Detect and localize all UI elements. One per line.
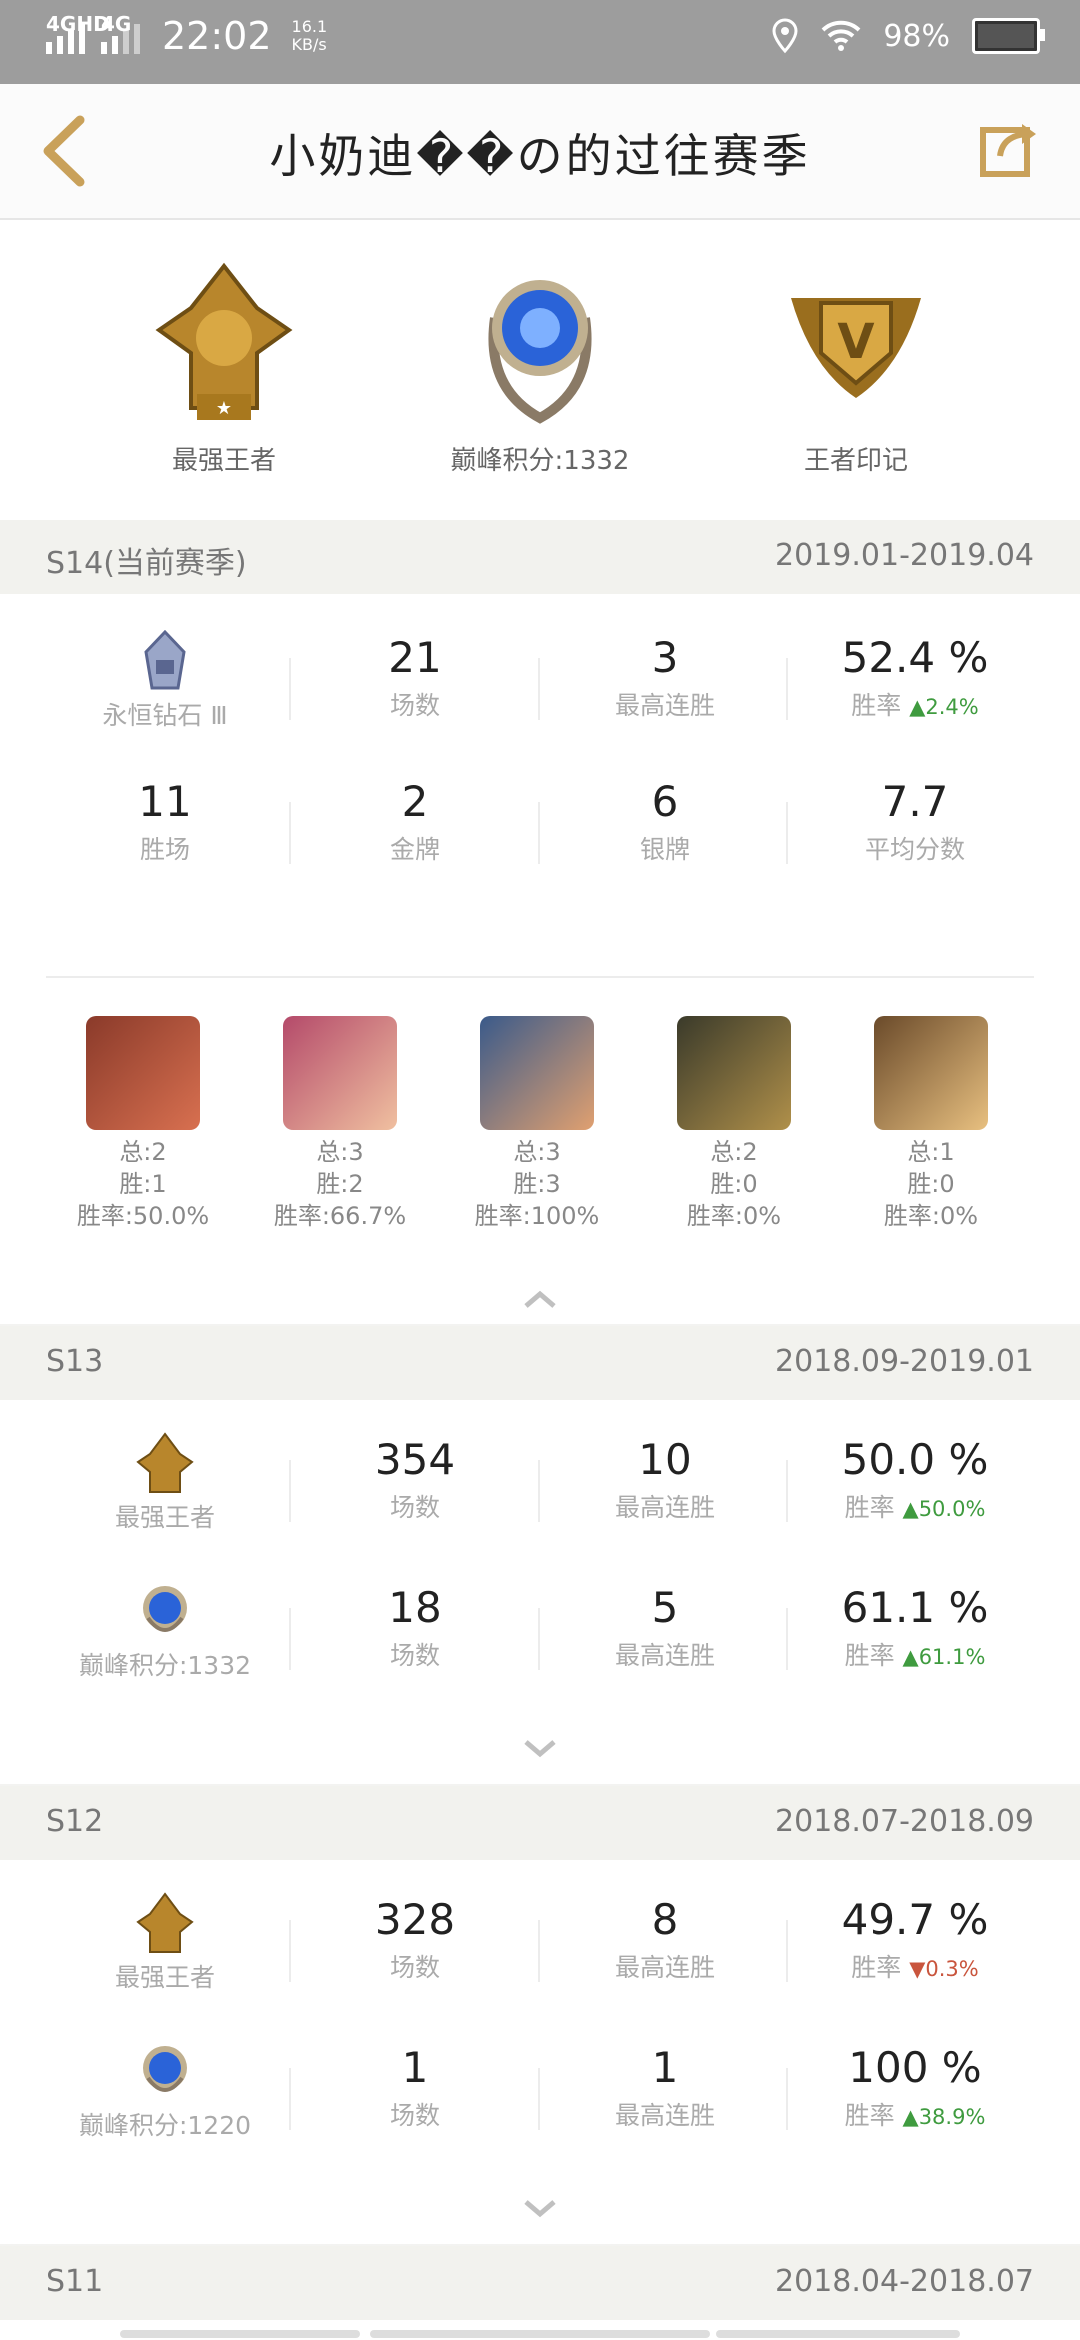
hero-avatar	[677, 1016, 791, 1130]
king-rank-icon	[136, 1432, 194, 1493]
battery-icon	[972, 18, 1045, 54]
hero-avatar	[480, 1016, 594, 1130]
peak-score-icon	[143, 1586, 187, 1632]
games-cell: 21 场数	[388, 633, 442, 720]
streak-cell: 3 最高连胜	[614, 633, 715, 720]
season-header-s14[interactable]: S14(当前赛季) 2019.01-2019.04	[0, 520, 1080, 594]
season-panel-s14: 永恒钻石 Ⅲ 21 场数 3 最高连胜 52.4 % 胜率 ▲2.4% 11 胜场 2金…	[0, 594, 1080, 1324]
season-header-s13[interactable]: S13 2018.09-2019.01	[0, 1326, 1080, 1400]
page-title: 小奶迪��の的过往赛季	[269, 129, 811, 183]
share-button[interactable]	[980, 118, 1040, 178]
summary-badges: ★ 最强王者 巅峰积分:1332 V 王者印记	[0, 220, 1080, 520]
stats-row: 最强王者 328 场数 8 最高连胜 49.7 % 胜率 ▼0.3%	[0, 1892, 1080, 2002]
stats-row: 巅峰积分:1220 1 场数 1 最高连胜 100 % 胜率 ▲38.9%	[0, 2040, 1080, 2150]
hero-list: 总:2 胜:1 胜率:50.0% 总:3 胜:2 胜率:66.7% 总:3 胜:3 胜率:1…	[0, 1016, 1080, 1236]
silver-cell: 6 银牌	[639, 777, 690, 864]
peak-score-badge[interactable]: 巅峰积分:1332	[410, 258, 670, 477]
svg-text:★: ★	[216, 398, 232, 419]
gold-cell: 2 金牌	[389, 777, 440, 864]
status-bar: 4GHD 4G 22:02 16.1 KB/s 98%	[0, 0, 1080, 84]
collapse-chevron-icon[interactable]	[520, 1284, 560, 1312]
signal-icon: 4GHD	[46, 12, 110, 54]
battery-percent: 98%	[883, 18, 950, 54]
clock: 22:02	[162, 14, 272, 58]
king-mark-icon: V	[791, 298, 921, 398]
wins-cell: 11 胜场	[138, 777, 192, 864]
king-rank-icon	[136, 1892, 194, 1953]
hero-avatar	[283, 1016, 397, 1130]
location-icon	[772, 18, 798, 54]
hero-card[interactable]: 总:3 胜:2 胜率:66.7%	[245, 1016, 435, 1232]
season-header-s11[interactable]: S11 2018.04-2018.07	[0, 2246, 1080, 2320]
hero-card[interactable]: 总:2 胜:0 胜率:0%	[639, 1016, 829, 1232]
winrate-cell: 52.4 % 胜率 ▲2.4%	[841, 633, 989, 720]
signal-icon-2: 4G	[101, 12, 140, 54]
king-rank-badge[interactable]: ★ 最强王者	[94, 258, 354, 477]
rank-cell: 永恒钻石 Ⅲ	[40, 629, 290, 740]
avg-score-cell: 7.7 平均分数	[864, 777, 965, 864]
expand-chevron-icon[interactable]	[520, 2196, 560, 2224]
expand-chevron-icon[interactable]	[520, 1736, 560, 1764]
season-panel-s12: 最强王者 328 场数 8 最高连胜 49.7 % 胜率 ▼0.3% 巅峰积分:122…	[0, 1860, 1080, 2244]
stats-row: 11 胜场 2 金牌 6 银牌 7.7 平均分数	[0, 774, 1080, 884]
peak-score-icon	[488, 280, 592, 424]
svg-text:V: V	[837, 314, 874, 370]
net-speed: 16.1 KB/s	[291, 17, 328, 54]
stats-row: 最强王者 354 场数 10 最高连胜 50.0 % 胜率 ▲50.0%	[0, 1432, 1080, 1542]
divider	[46, 976, 1034, 978]
hero-avatar	[86, 1016, 200, 1130]
season-panel-s13: 最强王者 354 场数 10 最高连胜 50.0 % 胜率 ▲50.0% 巅峰积分:1…	[0, 1400, 1080, 1784]
wifi-icon	[821, 20, 861, 51]
king-rank-icon: ★	[155, 262, 293, 420]
top-bar: 小奶迪��の的过往赛季	[0, 84, 1080, 220]
season-header-s12[interactable]: S12 2018.07-2018.09	[0, 1786, 1080, 1860]
season-panel-s11	[0, 2320, 1080, 2340]
hero-card[interactable]: 总:1 胜:0 胜率:0%	[836, 1016, 1026, 1232]
hero-avatar	[874, 1016, 988, 1130]
stats-row: 巅峰积分:1332 18 场数 5 最高连胜 61.1 % 胜率 ▲61.1%	[0, 1580, 1080, 1690]
peak-score-icon	[143, 2046, 187, 2092]
hero-card[interactable]: 总:3 胜:3 胜率:100%	[442, 1016, 632, 1232]
diamond-rank-icon	[144, 629, 186, 690]
king-mark-badge[interactable]: V 王者印记	[726, 258, 986, 477]
stats-row: 永恒钻石 Ⅲ 21 场数 3 最高连胜 52.4 % 胜率 ▲2.4%	[0, 629, 1080, 740]
hero-card[interactable]: 总:2 胜:1 胜率:50.0%	[48, 1016, 238, 1232]
